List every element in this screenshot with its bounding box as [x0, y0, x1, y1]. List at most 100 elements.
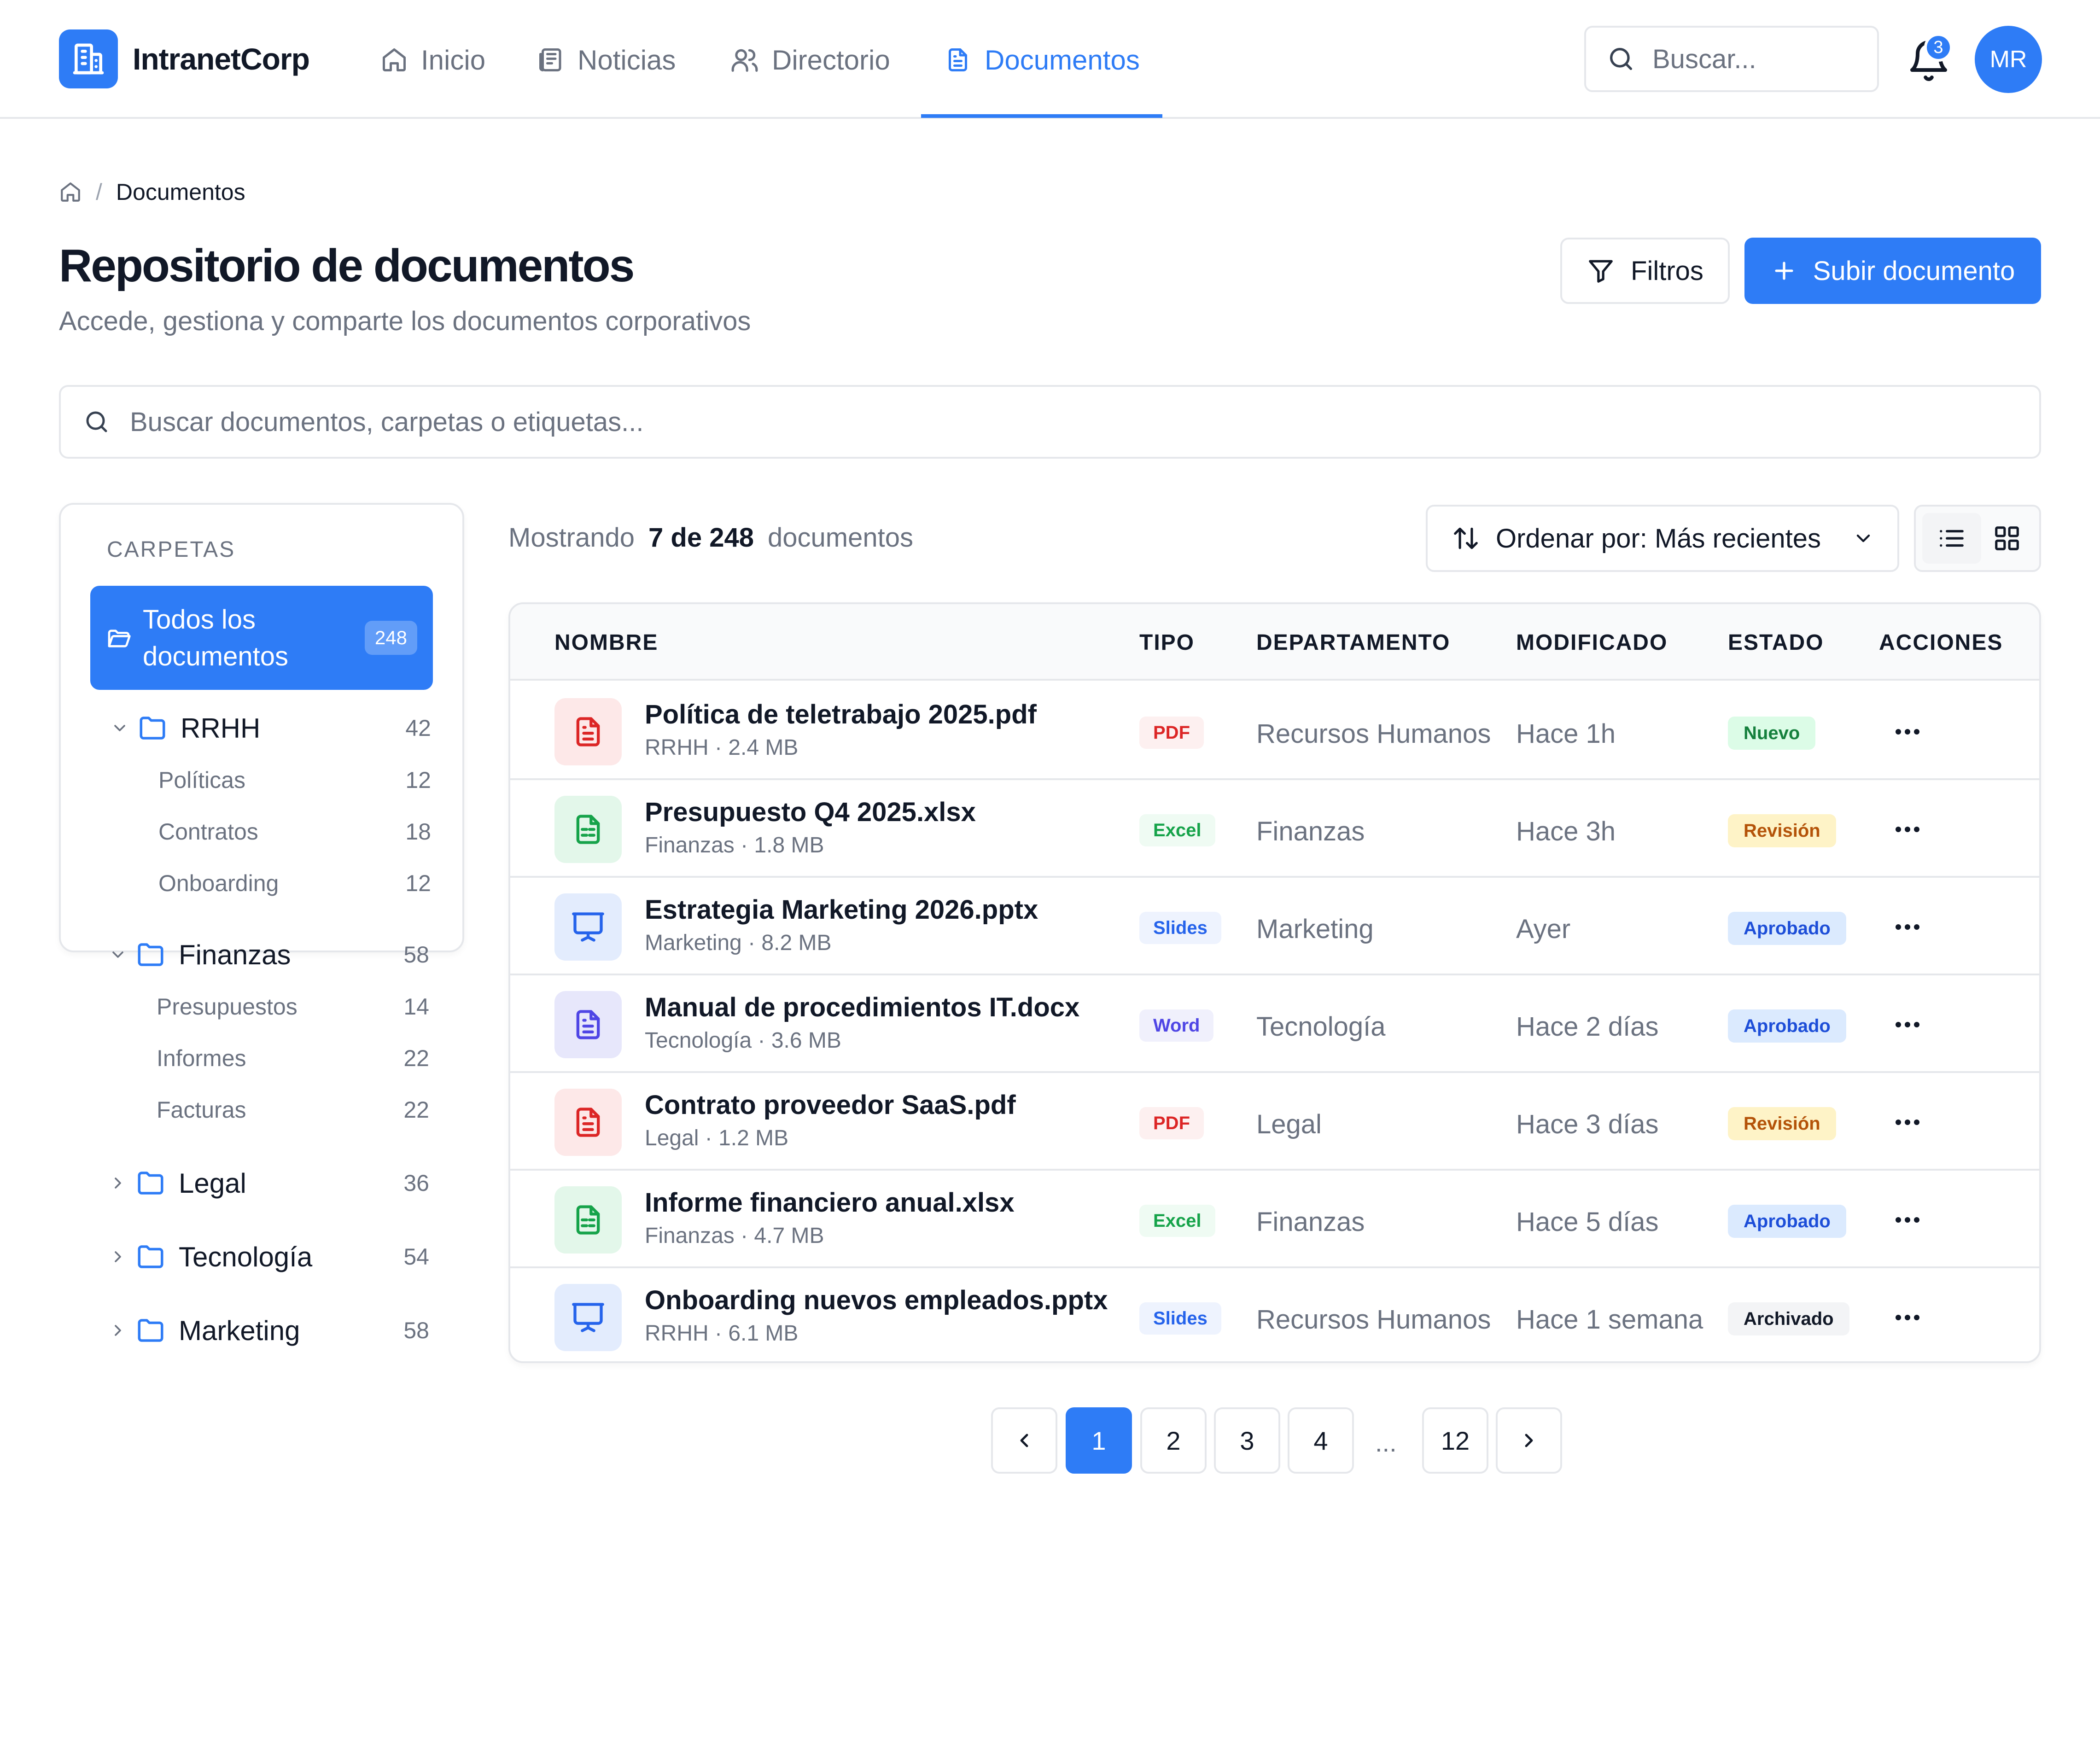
sort-label: Ordenar por: Más recientes	[1496, 523, 1821, 554]
table-row[interactable]: Política de teletrabajo 2025.pdf RRHH · 2…	[510, 682, 2039, 780]
file-name[interactable]: Manual de procedimientos IT.docx	[645, 992, 1079, 1023]
file-name[interactable]: Contrato proveedor SaaS.pdf	[645, 1090, 1016, 1120]
file-name[interactable]: Estrategia Marketing 2026.pptx	[645, 894, 1038, 925]
chevron-right-icon[interactable]	[103, 1321, 133, 1340]
table-row[interactable]: Onboarding nuevos empleados.pptx RRHH · 6…	[510, 1268, 2039, 1361]
folder-name: RRHH	[181, 712, 261, 744]
more-actions-icon[interactable]	[1889, 1009, 1926, 1041]
folder-icon	[135, 939, 168, 970]
table-row[interactable]: Contrato proveedor SaaS.pdf Legal · 1.2 M…	[510, 1073, 2039, 1171]
document-search-input[interactable]: Buscar documentos, carpetas o etiquetas.…	[59, 385, 2041, 459]
file-name[interactable]: Informe financiero anual.xlsx	[645, 1187, 1015, 1218]
folder-open-icon	[106, 625, 132, 651]
brand-name[interactable]: IntranetCorp	[133, 41, 310, 76]
next-page-button[interactable]	[1496, 1407, 1562, 1474]
spreadsheet-file-icon	[554, 796, 622, 863]
file-name[interactable]: Política de teletrabajo 2025.pdf	[645, 699, 1037, 730]
chevron-down-icon[interactable]	[103, 945, 133, 964]
filter-icon	[1587, 257, 1615, 285]
folder-icon	[135, 1315, 168, 1346]
table-row[interactable]: Presupuesto Q4 2025.xlsx Finanzas · 1.8 M…	[510, 780, 2039, 878]
top-navbar: IntranetCorp Inicio Noticias Directorio …	[0, 0, 2100, 119]
folder-count: 58	[403, 1318, 429, 1343]
file-meta: Marketing · 8.2 MB	[645, 931, 832, 955]
page-title: Repositorio de documentos	[59, 240, 635, 292]
column-header-name[interactable]: NOMBRE	[554, 630, 658, 655]
table-row[interactable]: Estrategia Marketing 2026.pptx Marketing …	[510, 878, 2039, 975]
global-search-input[interactable]: Buscar...	[1584, 26, 1879, 92]
avatar[interactable]: MR	[1975, 26, 2042, 93]
sidebar-subfolder-presupuestos[interactable]: Presupuestos 14	[157, 988, 431, 1025]
nav-documentos[interactable]: Documentos	[944, 41, 1140, 78]
page-button-4[interactable]: 4	[1288, 1407, 1354, 1474]
file-meta: Legal · 1.2 MB	[645, 1126, 789, 1150]
sidebar-folder-rrhh[interactable]: RRHH 42	[105, 707, 433, 749]
chevron-right-icon[interactable]	[103, 1174, 133, 1192]
more-actions-icon[interactable]	[1889, 813, 1926, 846]
file-name[interactable]: Presupuesto Q4 2025.xlsx	[645, 797, 976, 828]
results-suffix: documentos	[767, 523, 913, 553]
table-row[interactable]: Informe financiero anual.xlsx Finanzas · …	[510, 1171, 2039, 1268]
upload-document-button[interactable]: Subir documento	[1744, 238, 2041, 304]
table-row[interactable]: Manual de procedimientos IT.docx Tecnolog…	[510, 975, 2039, 1073]
pdf-file-icon	[554, 1089, 622, 1156]
more-actions-icon[interactable]	[1889, 1106, 1926, 1138]
modified-cell: Hace 3 días	[1516, 1109, 1659, 1139]
sidebar-subfolder-facturas[interactable]: Facturas 22	[157, 1091, 431, 1128]
sidebar-item-label: Todos los documentos	[143, 605, 288, 671]
department-cell: Tecnología	[1256, 1012, 1386, 1042]
column-header-department[interactable]: DEPARTAMENTO	[1256, 630, 1450, 655]
more-actions-icon[interactable]	[1889, 716, 1926, 748]
page-button-1[interactable]: 1	[1066, 1407, 1132, 1474]
column-header-type[interactable]: TIPO	[1139, 630, 1195, 655]
more-actions-icon[interactable]	[1889, 1204, 1926, 1236]
page-button-2[interactable]: 2	[1140, 1407, 1207, 1474]
filters-button[interactable]: Filtros	[1560, 238, 1730, 304]
nav-inicio[interactable]: Inicio	[380, 41, 485, 78]
nav-noticias[interactable]: Noticias	[537, 41, 676, 78]
sidebar-folder-legal[interactable]: Legal 36	[103, 1162, 431, 1204]
page-button-12[interactable]: 12	[1422, 1407, 1488, 1474]
subfolder-name: Políticas	[158, 767, 245, 793]
file-type-badge: PDF	[1139, 1107, 1204, 1139]
sidebar-subfolder-politicas[interactable]: Políticas 12	[158, 762, 433, 799]
modified-cell: Ayer	[1516, 914, 1571, 944]
sidebar-subfolder-onboarding[interactable]: Onboarding 12	[158, 865, 433, 902]
table-header: NOMBRE TIPO DEPARTAMENTO MODIFICADO ESTA…	[510, 604, 2039, 681]
home-icon[interactable]	[59, 181, 82, 204]
column-header-status[interactable]: ESTADO	[1728, 630, 1824, 655]
file-meta: RRHH · 6.1 MB	[645, 1321, 799, 1346]
prev-page-button[interactable]	[991, 1407, 1057, 1474]
more-actions-icon[interactable]	[1889, 911, 1926, 943]
folder-count: 58	[403, 942, 429, 968]
sidebar-item-all-documents[interactable]: Todos los documentos 248	[90, 586, 433, 690]
chevron-right-icon[interactable]	[103, 1248, 133, 1266]
sidebar-subfolder-informes[interactable]: Informes 22	[157, 1040, 431, 1077]
folder-icon	[135, 1242, 168, 1272]
nav-directorio[interactable]: Directorio	[730, 41, 890, 78]
file-meta: Tecnología · 3.6 MB	[645, 1028, 841, 1053]
list-view-icon[interactable]	[1922, 513, 1981, 564]
sidebar-folder-marketing[interactable]: Marketing 58	[103, 1310, 431, 1351]
sidebar-folder-finanzas[interactable]: Finanzas 58	[103, 934, 431, 975]
building-icon[interactable]	[59, 29, 118, 88]
newspaper-icon	[537, 46, 565, 74]
file-type-badge: Slides	[1139, 1302, 1221, 1335]
subfolder-name: Informes	[157, 1045, 246, 1071]
chevron-down-icon[interactable]	[105, 719, 134, 737]
page-button-3[interactable]: 3	[1214, 1407, 1280, 1474]
sidebar-folder-tecnologia[interactable]: Tecnología 54	[103, 1236, 431, 1277]
word-file-icon	[554, 991, 622, 1058]
sidebar-subfolder-contratos[interactable]: Contratos 18	[158, 813, 433, 850]
column-header-modified[interactable]: MODIFICADO	[1516, 630, 1668, 655]
file-meta: RRHH · 2.4 MB	[645, 735, 799, 760]
results-count: 7 de 248	[648, 523, 754, 553]
sort-select[interactable]: Ordenar por: Más recientes	[1426, 505, 1899, 572]
plus-icon	[1771, 257, 1797, 284]
grid-view-icon[interactable]	[1978, 513, 2036, 564]
subfolder-count: 18	[405, 819, 431, 845]
more-actions-icon[interactable]	[1889, 1301, 1926, 1334]
folder-name: Finanzas	[179, 939, 291, 970]
file-name[interactable]: Onboarding nuevos empleados.pptx	[645, 1285, 1108, 1316]
chevron-left-icon	[1013, 1429, 1035, 1452]
